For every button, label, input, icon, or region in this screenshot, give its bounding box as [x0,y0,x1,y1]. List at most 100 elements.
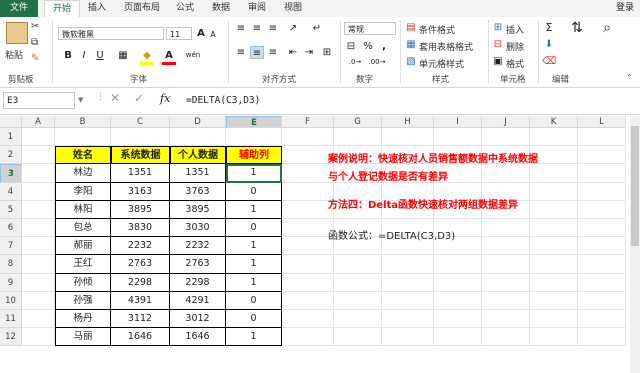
cell[interactable] [434,128,482,147]
cell[interactable] [282,273,334,292]
row-header-4[interactable]: 4 [0,182,22,201]
cell[interactable] [482,164,530,183]
cell[interactable] [578,255,626,274]
cell[interactable] [111,128,170,147]
tab-formulas[interactable]: 公式 [170,0,200,17]
cell[interactable] [382,255,434,274]
paste-button[interactable]: 粘贴 [5,48,23,61]
cell[interactable] [282,219,334,238]
cell[interactable] [22,128,55,147]
table-header-cell[interactable]: 辅助列 [226,146,282,165]
fill-color-icon[interactable]: ◆ [140,49,154,62]
cell-styles-button[interactable]: 单元格样式 [419,57,464,70]
font-color-icon[interactable]: A [162,49,176,62]
align-top-icon[interactable]: ≡ [234,22,248,35]
cell[interactable] [578,291,626,310]
login-link[interactable]: 登录 [616,0,634,17]
cell[interactable] [482,128,530,147]
collapse-ribbon-icon[interactable]: ⌃ [626,73,633,82]
cell[interactable] [578,237,626,256]
table-cell[interactable]: 郝丽 [55,237,111,256]
cell[interactable] [22,291,55,310]
cell[interactable] [22,237,55,256]
decrease-indent-icon[interactable]: ⇤ [286,46,300,59]
table-header-cell[interactable]: 系统数据 [111,146,170,165]
cell[interactable] [282,128,334,147]
shrink-font-button[interactable]: A [208,28,218,41]
cell[interactable] [434,310,482,329]
table-cell[interactable]: 0 [226,182,282,201]
decrease-decimal-icon[interactable]: .00→ [368,56,386,69]
table-cell[interactable]: 孙强 [55,291,111,310]
increase-indent-icon[interactable]: ⇥ [302,46,316,59]
increase-decimal-icon[interactable]: .0→ [346,56,364,69]
table-cell[interactable]: 3895 [111,200,170,219]
table-cell[interactable]: 0 [226,219,282,238]
clear-icon[interactable]: ⌫ [542,55,556,68]
cell[interactable] [282,200,334,219]
table-cell[interactable]: 林边 [55,164,111,183]
table-cell[interactable]: 杨丹 [55,310,111,329]
column-header-d[interactable]: D [170,116,226,128]
cell[interactable] [482,328,530,347]
table-cell[interactable]: 2298 [170,273,226,292]
column-header-e[interactable]: E [226,116,282,128]
cell[interactable] [382,328,434,347]
cell[interactable] [482,237,530,256]
cell[interactable] [530,128,578,147]
cell[interactable] [282,328,334,347]
cell[interactable] [578,200,626,219]
insert-cells-icon[interactable]: ⊞ [492,21,504,34]
cell[interactable] [334,291,382,310]
enter-icon[interactable]: ✓ [134,91,144,105]
cell[interactable] [578,310,626,329]
cell-styles-icon[interactable]: ▧ [405,55,417,68]
table-cell[interactable]: 4391 [111,291,170,310]
cell[interactable] [578,146,626,165]
table-cell[interactable]: 1646 [170,328,226,347]
row-header-7[interactable]: 7 [0,237,22,256]
find-select-icon[interactable]: ⌕ [596,21,618,44]
cell[interactable] [22,255,55,274]
fill-icon[interactable]: ⬇ [542,38,556,51]
table-cell[interactable]: 1351 [111,164,170,183]
table-cell[interactable]: 孙倾 [55,273,111,292]
table-cell[interactable]: 4291 [170,291,226,310]
paste-icon[interactable] [6,22,28,44]
cell[interactable] [434,273,482,292]
cell[interactable] [530,273,578,292]
row-header-11[interactable]: 11 [0,310,22,329]
tab-home[interactable]: 开始 [44,0,80,17]
table-cell[interactable]: 1 [226,255,282,274]
row-header-3[interactable]: 3 [0,164,22,183]
align-middle-icon[interactable]: ≡ [250,22,264,35]
align-left-icon[interactable]: ≡ [234,46,248,59]
name-box[interactable]: E3 [3,92,75,109]
cell[interactable] [434,291,482,310]
table-cell[interactable]: 2232 [170,237,226,256]
table-cell[interactable]: 包总 [55,219,111,238]
cell[interactable] [530,182,578,201]
cell[interactable] [334,328,382,347]
cell[interactable] [282,310,334,329]
row-header-12[interactable]: 12 [0,328,22,347]
cell[interactable] [334,273,382,292]
insert-cells-button[interactable]: 插入 [506,23,524,36]
cell[interactable] [282,237,334,256]
select-all-corner[interactable] [0,116,22,128]
cell[interactable] [22,310,55,329]
align-bottom-icon[interactable]: ≡ [266,22,280,35]
cell[interactable] [530,200,578,219]
cell[interactable] [282,146,334,165]
table-cell[interactable]: 王红 [55,255,111,274]
table-header-cell[interactable]: 姓名 [55,146,111,165]
cell[interactable] [578,128,626,147]
table-cell[interactable]: 2763 [170,255,226,274]
column-header-f[interactable]: F [282,116,334,128]
insert-function-button[interactable]: fx [160,92,170,105]
column-header-g[interactable]: G [334,116,382,128]
cell[interactable] [530,255,578,274]
table-cell[interactable]: 1351 [170,164,226,183]
table-cell[interactable]: 李阳 [55,182,111,201]
table-cell[interactable]: 3030 [170,219,226,238]
